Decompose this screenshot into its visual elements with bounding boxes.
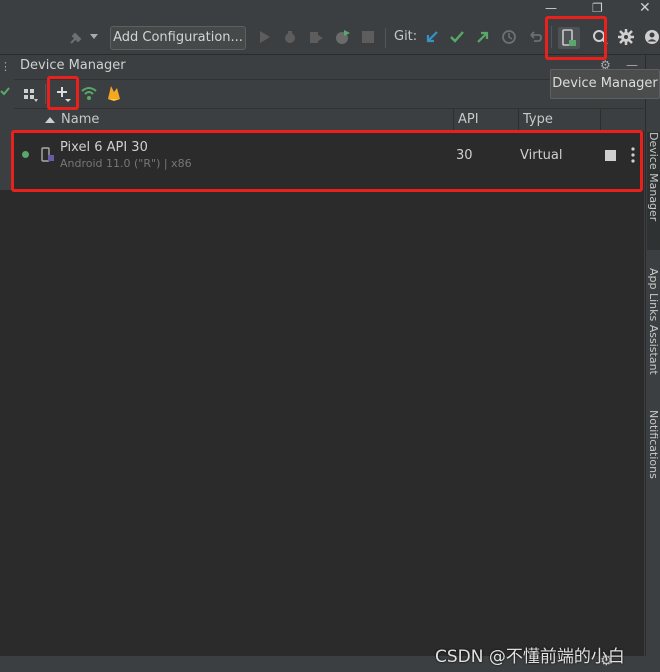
run-icon[interactable] <box>258 30 272 44</box>
view-options-icon[interactable] <box>23 87 39 103</box>
tab-notifications[interactable]: Notifications <box>647 410 660 479</box>
rollback-icon[interactable] <box>527 29 543 45</box>
sort-ascending-icon[interactable] <box>45 116 55 124</box>
tab-app-links-assistant[interactable]: App Links Assistant <box>647 268 660 375</box>
column-separator[interactable] <box>518 109 519 131</box>
panel-title: Device Manager <box>20 58 126 73</box>
close-icon[interactable]: ✕ <box>639 0 651 16</box>
git-label: Git: <box>394 29 418 44</box>
debug-icon[interactable] <box>282 29 298 45</box>
tools-separator <box>45 84 46 104</box>
git-update-icon[interactable] <box>424 29 440 45</box>
device-list-area <box>14 131 644 656</box>
profile-icon[interactable] <box>308 29 324 45</box>
tab-device-manager[interactable]: Device Manager <box>647 132 660 250</box>
tab-app-links-label: App Links Assistant <box>647 268 660 375</box>
column-separator[interactable] <box>600 109 601 131</box>
restore-icon[interactable]: ❐ <box>592 0 603 16</box>
chevron-down-icon[interactable] <box>90 34 98 40</box>
tooltip: Device Manager <box>550 69 660 99</box>
left-editor-edge <box>0 240 14 670</box>
column-type-header[interactable]: Type <box>523 112 553 127</box>
toolbar-separator <box>385 28 386 48</box>
left-editor-edge <box>0 190 14 240</box>
tab-notifications-label: Notifications <box>647 410 660 479</box>
left-menu-icon[interactable]: ⋮ <box>0 60 11 73</box>
highlight-device-row <box>11 130 643 192</box>
history-icon[interactable] <box>501 29 517 45</box>
add-configuration-button[interactable]: Add Configuration... <box>110 26 246 50</box>
column-api-header[interactable]: API <box>458 112 479 127</box>
column-separator[interactable] <box>453 109 454 131</box>
firebase-icon[interactable] <box>106 84 122 102</box>
tab-device-manager-label: Device Manager <box>647 132 660 222</box>
git-commit-icon[interactable] <box>449 29 465 45</box>
git-push-icon[interactable] <box>475 29 491 45</box>
minimize-icon[interactable]: — <box>545 0 557 16</box>
watermark: CSDN @不懂前端的小白 <box>435 647 625 667</box>
apply-changes-icon[interactable] <box>334 28 352 46</box>
stop-icon[interactable] <box>362 31 374 43</box>
left-check-icon <box>0 86 10 96</box>
pair-devices-wifi-icon[interactable] <box>80 85 98 103</box>
highlight-device-manager-button <box>545 16 607 60</box>
column-name-header[interactable]: Name <box>61 112 99 127</box>
account-icon[interactable] <box>644 29 660 45</box>
gear-icon[interactable] <box>618 29 634 45</box>
hammer-icon[interactable] <box>68 30 84 46</box>
highlight-create-device <box>47 76 79 110</box>
